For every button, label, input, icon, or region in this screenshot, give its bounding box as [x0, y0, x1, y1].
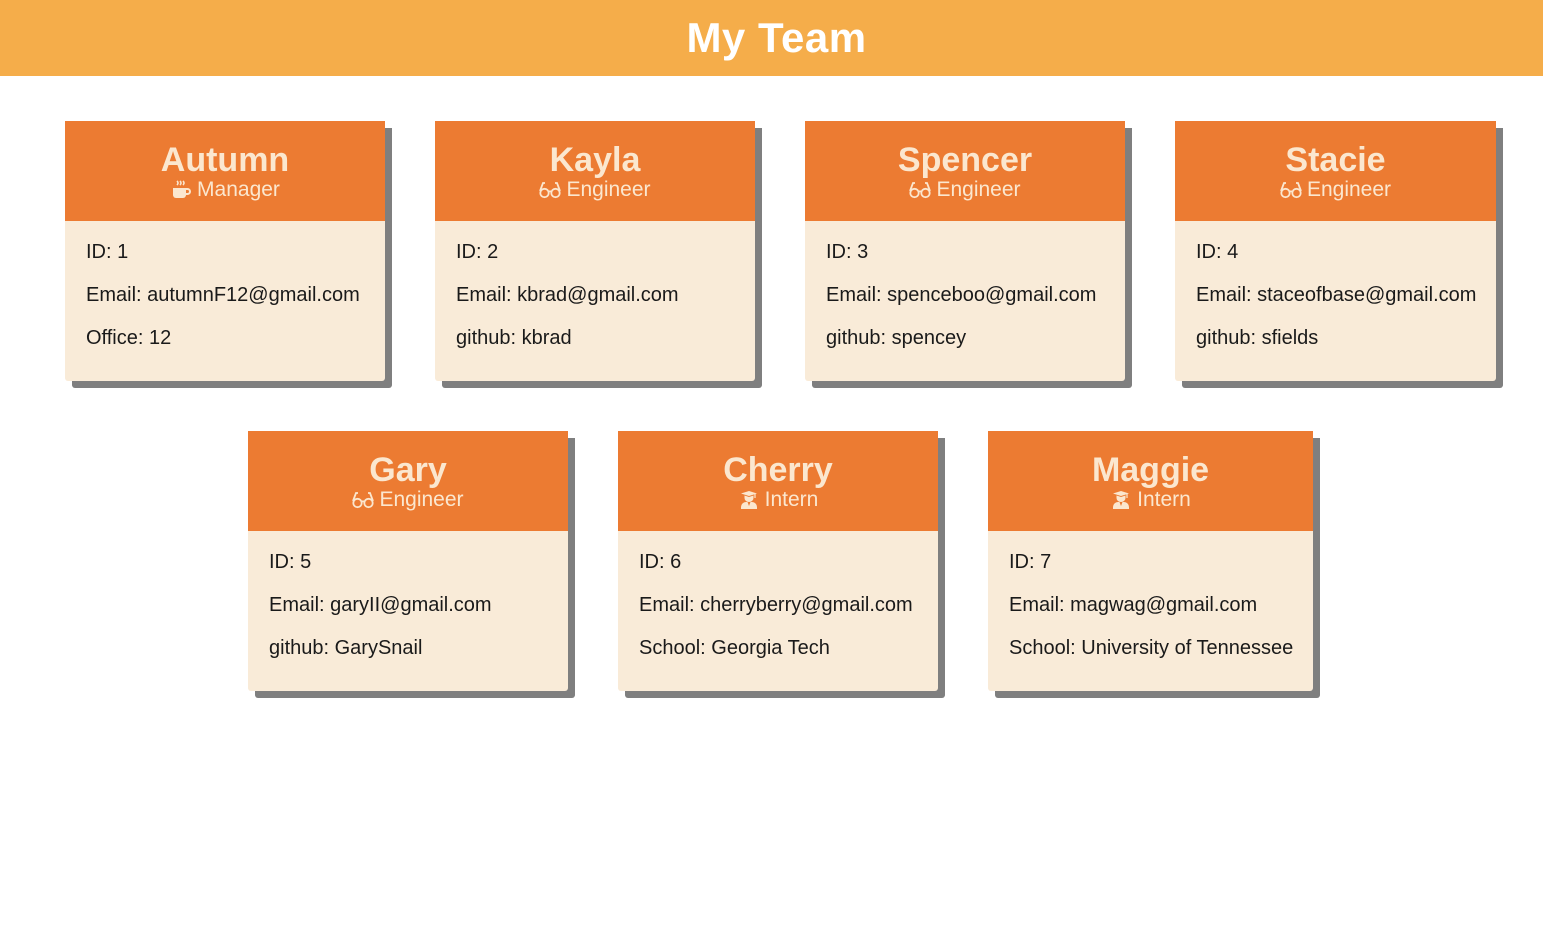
employee-role: Engineer — [805, 178, 1125, 202]
employee-name: Cherry — [723, 451, 833, 489]
card-body: ID: 6 Email: cherryberry@gmail.com Schoo… — [618, 531, 938, 691]
card-body: ID: 5 Email: garyII@gmail.com github: Ga… — [248, 531, 568, 691]
glasses-icon — [1280, 179, 1302, 201]
card-header: Autumn Manager — [65, 121, 385, 221]
card-body: ID: 3 Email: spenceboo@gmail.com github:… — [805, 221, 1125, 381]
employee-role-label: Intern — [764, 488, 819, 511]
card-header: Maggie Intern — [988, 431, 1313, 531]
employee-card: Gary Engineer ID: 5 Email: garyII@gmail.… — [248, 431, 568, 691]
employee-card: Kayla Engineer ID: 2 Email: kbrad@gmail.… — [435, 121, 755, 381]
employee-name: Autumn — [160, 141, 290, 179]
card-body: ID: 2 Email: kbrad@gmail.com github: kbr… — [435, 221, 755, 381]
employee-role: Engineer — [1175, 178, 1496, 202]
employee-id: ID: 2 — [456, 241, 499, 263]
glasses-icon — [352, 489, 375, 511]
employee-role-label: Engineer — [379, 488, 464, 511]
employee-role-label: Intern — [1137, 488, 1191, 511]
card-header: Stacie Engineer — [1175, 121, 1496, 221]
employee-role-label: Engineer — [936, 178, 1021, 201]
employee-card: Stacie Engineer ID: 4 Email: staceofbase… — [1175, 121, 1496, 381]
employee-id: ID: 3 — [826, 241, 869, 263]
employee-card: Maggie Intern ID: 7 Email: magwag@gmail.… — [988, 431, 1313, 691]
employee-role: Engineer — [248, 488, 568, 512]
glasses-icon — [539, 179, 562, 201]
employee-name: Stacie — [1285, 141, 1386, 179]
graduate-icon — [738, 489, 760, 511]
employee-office: Office: 12 — [86, 327, 172, 349]
employee-github: github: sfields — [1196, 327, 1319, 349]
glasses-icon — [909, 179, 932, 201]
employee-name: Gary — [369, 451, 447, 489]
employee-email: Email: magwag@gmail.com — [1009, 594, 1258, 616]
employee-role-label: Engineer — [1306, 178, 1392, 201]
card-body: ID: 1 Email: autumnF12@gmail.com Office:… — [65, 221, 385, 381]
employee-email: Email: cherryberry@gmail.com — [639, 594, 913, 616]
card-header: Cherry Intern — [618, 431, 938, 531]
employee-github: github: kbrad — [456, 327, 572, 349]
employee-role: Engineer — [435, 178, 755, 202]
employee-role: Manager — [65, 178, 385, 202]
employee-name: Spencer — [897, 141, 1033, 179]
employee-name: Maggie — [1091, 451, 1210, 489]
page-title: My Team — [686, 14, 867, 61]
employee-email: Email: spenceboo@gmail.com — [826, 284, 1097, 306]
card-header: Kayla Engineer — [435, 121, 755, 221]
employee-role: Intern — [988, 488, 1313, 512]
card-body: ID: 7 Email: magwag@gmail.com School: Un… — [988, 531, 1313, 691]
employee-card: Cherry Intern ID: 6 Email: cherryberry@g… — [618, 431, 938, 691]
graduate-icon — [1110, 489, 1132, 511]
coffee-mug-icon — [170, 179, 192, 201]
employee-card: Spencer Engineer ID: 3 Email: spenceboo@… — [805, 121, 1125, 381]
employee-id: ID: 7 — [1009, 551, 1052, 573]
card-header: Spencer Engineer — [805, 121, 1125, 221]
employee-name: Kayla — [549, 141, 641, 179]
employee-email: Email: kbrad@gmail.com — [456, 284, 679, 306]
employee-github: github: GarySnail — [269, 637, 423, 659]
employee-id: ID: 4 — [1196, 241, 1239, 263]
employee-email: Email: staceofbase@gmail.com — [1196, 284, 1477, 306]
employee-email: Email: garyII@gmail.com — [269, 594, 492, 616]
card-header: Gary Engineer — [248, 431, 568, 531]
card-body: ID: 4 Email: staceofbase@gmail.com githu… — [1175, 221, 1496, 381]
employee-role-label: Manager — [197, 178, 280, 201]
employee-role: Intern — [618, 488, 938, 512]
employee-role-label: Engineer — [566, 178, 651, 201]
employee-id: ID: 6 — [639, 551, 682, 573]
employee-github: github: spencey — [826, 327, 967, 349]
employee-id: ID: 5 — [269, 551, 312, 573]
employee-school: School: University of Tennessee — [1009, 637, 1294, 659]
employee-id: ID: 1 — [86, 241, 129, 263]
employee-school: School: Georgia Tech — [639, 637, 830, 659]
employee-email: Email: autumnF12@gmail.com — [86, 284, 360, 306]
page-header: My Team — [0, 0, 1543, 76]
employee-card: Autumn Manager ID: 1 Email: autumnF12@gm… — [65, 121, 385, 381]
